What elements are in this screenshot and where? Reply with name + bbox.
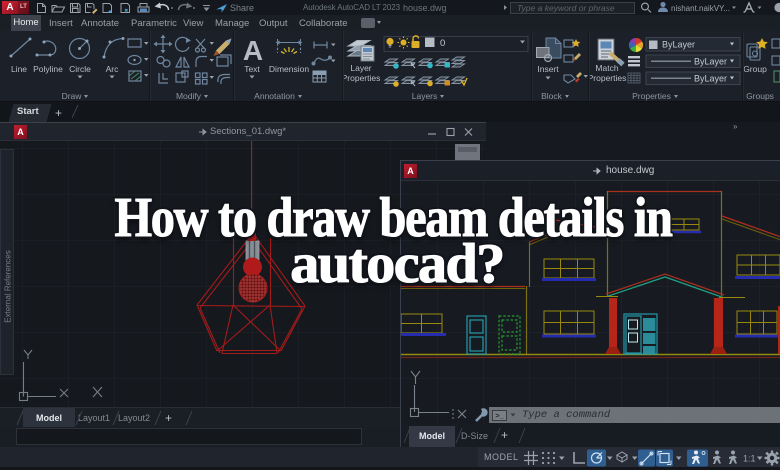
svg-text:0: 0 [440,38,445,49]
svg-text:Circle: Circle [69,64,91,74]
svg-text:Dimension: Dimension [269,64,309,74]
svg-text:ByLayer: ByLayer [694,57,727,67]
svg-text:Insert: Insert [537,64,559,74]
svg-text:ByLayer: ByLayer [694,74,727,84]
svg-text:ByLayer: ByLayer [662,40,695,50]
svg-text:Group: Group [743,64,767,74]
svg-text:Polyline: Polyline [33,64,63,74]
svg-text:Properties: Properties [588,73,627,83]
svg-text:Layer: Layer [350,63,371,73]
svg-text:Properties: Properties [342,73,381,83]
svg-text:Line: Line [11,64,27,74]
svg-text:Arc: Arc [106,64,120,74]
svg-text:1:1: 1:1 [743,454,756,464]
svg-text:Text: Text [244,64,260,74]
svg-text:Share: Share [230,3,254,13]
svg-text:Match: Match [595,63,618,73]
svg-text:A: A [243,35,263,66]
